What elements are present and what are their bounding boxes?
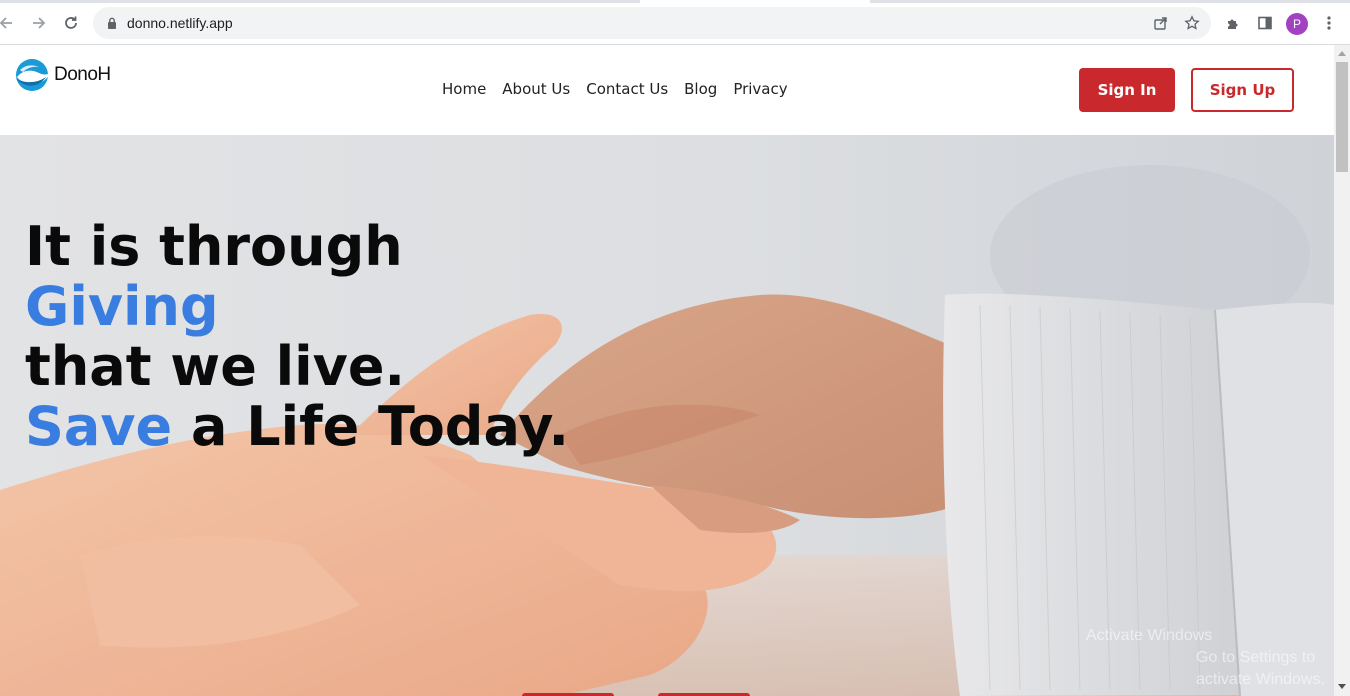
site-logo[interactable]: DonoH	[14, 57, 111, 93]
activate-windows-watermark: Activate Windows Go to Settings to activ…	[1086, 625, 1334, 691]
menu-icon[interactable]	[1320, 14, 1338, 32]
address-bar[interactable]: donno.netlify.app	[93, 7, 1211, 39]
share-icon[interactable]	[1153, 15, 1169, 31]
hero-heading: It is through Giving that we live. Save …	[25, 217, 569, 457]
hero-save-word: Save	[25, 395, 173, 458]
site-header: DonoH Home About Us Contact Us Blog Priv…	[0, 45, 1334, 135]
nav-blog[interactable]: Blog	[684, 80, 717, 98]
lock-icon[interactable]	[105, 16, 119, 30]
profile-avatar[interactable]: P	[1286, 13, 1308, 35]
hero-line-4: Save a Life Today.	[25, 397, 569, 457]
side-panel-icon[interactable]	[1256, 14, 1274, 32]
nav-privacy[interactable]: Privacy	[733, 80, 787, 98]
hero-line-3: that we live.	[25, 335, 405, 398]
hero-line-4-rest: a Life Today.	[172, 395, 569, 458]
sign-up-button[interactable]: Sign Up	[1191, 68, 1294, 112]
forward-icon[interactable]	[27, 11, 51, 35]
hero-line-2-giving: Giving	[25, 275, 219, 338]
watermark-line-2: Go to Settings to activate Windows.	[1196, 649, 1325, 688]
scroll-down-arrow-icon[interactable]	[1338, 684, 1346, 689]
browser-toolbar: donno.netlify.app P	[0, 3, 1350, 43]
main-nav: Home About Us Contact Us Blog Privacy	[442, 80, 788, 98]
star-icon[interactable]	[1184, 15, 1200, 31]
logo-wave-icon	[16, 59, 50, 91]
scroll-up-arrow-icon[interactable]	[1338, 51, 1346, 56]
watermark-line-1: Activate Windows	[1086, 627, 1213, 644]
nav-contact-us[interactable]: Contact Us	[586, 80, 668, 98]
back-icon[interactable]	[0, 11, 18, 35]
hero-line-1: It is through	[25, 215, 403, 278]
page-scrollbar[interactable]	[1334, 45, 1350, 696]
url-text[interactable]: donno.netlify.app	[127, 15, 233, 31]
page-viewport: DonoH Home About Us Contact Us Blog Priv…	[0, 45, 1334, 696]
sign-in-button[interactable]: Sign In	[1079, 68, 1175, 112]
nav-about-us[interactable]: About Us	[502, 80, 570, 98]
scroll-thumb[interactable]	[1336, 62, 1348, 172]
hero-section: It is through Giving that we live. Save …	[0, 135, 1334, 696]
logo-text: DonoH	[54, 64, 111, 85]
extensions-icon[interactable]	[1224, 14, 1242, 32]
nav-home[interactable]: Home	[442, 80, 486, 98]
reload-icon[interactable]	[59, 11, 83, 35]
